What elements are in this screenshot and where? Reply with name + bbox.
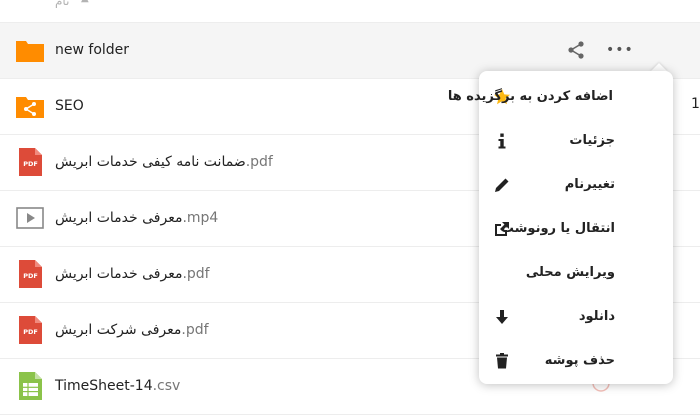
- pdf-file-icon: PDF: [19, 316, 42, 344]
- menu-item-move-copy[interactable]: انتقال یا رونوشت: [479, 207, 673, 251]
- folder-icon: [16, 41, 44, 62]
- menu-item-label: تغییرنام: [564, 177, 615, 192]
- share-icon[interactable]: [566, 40, 586, 60]
- video-file-icon: [16, 207, 44, 229]
- shared-folder-icon: [16, 97, 44, 118]
- file-name[interactable]: ضمانت نامه کیفی خدمات ابریش.pdf: [55, 135, 273, 190]
- file-name[interactable]: SEO: [55, 79, 84, 134]
- menu-item-details[interactable]: جزئیات: [479, 119, 673, 163]
- menu-item-add-favorite[interactable]: اضافه کردن به برگزیده ها: [448, 75, 673, 119]
- menu-item-rename[interactable]: تغییرنام: [479, 163, 673, 207]
- pdf-file-icon: PDF: [19, 260, 42, 288]
- file-name[interactable]: معرفی شرکت ابریش.pdf: [55, 303, 209, 358]
- sort-ascending-icon[interactable]: ▲: [81, 0, 89, 4]
- file-name[interactable]: TimeSheet-14.csv: [55, 359, 180, 414]
- menu-item-download[interactable]: دانلود: [479, 295, 673, 339]
- file-name[interactable]: new folder: [55, 23, 129, 78]
- menu-item-label: جزئیات: [569, 133, 615, 148]
- menu-item-label: انتقال یا رونوشت: [500, 221, 615, 236]
- menu-item-label: دانلود: [578, 309, 615, 324]
- file-context-menu: اضافه کردن به برگزیده ها جزئیات تغییرنام…: [448, 71, 673, 384]
- side-number: 1: [691, 96, 700, 112]
- menu-item-delete-folder[interactable]: حذف پوشه: [479, 339, 673, 383]
- file-list-header: نام ▲: [0, 0, 700, 23]
- svg-text:PDF: PDF: [23, 328, 38, 336]
- pdf-file-icon: PDF: [19, 148, 42, 176]
- svg-text:PDF: PDF: [23, 160, 38, 168]
- name-column-header[interactable]: نام: [55, 0, 69, 8]
- pencil-icon: [495, 178, 509, 192]
- download-icon: [496, 310, 508, 324]
- menu-item-edit-locally[interactable]: ویرایش محلی: [479, 251, 673, 295]
- file-name[interactable]: معرفی خدمات ابریش.mp4: [55, 191, 218, 246]
- menu-item-label: ویرایش محلی: [525, 265, 615, 280]
- file-name[interactable]: معرفی خدمات ابریش.pdf: [55, 247, 210, 302]
- menu-item-label: حذف پوشه: [544, 353, 615, 368]
- more-options-icon[interactable]: •••: [606, 40, 633, 60]
- spreadsheet-file-icon: [19, 372, 42, 400]
- svg-text:PDF: PDF: [23, 272, 38, 280]
- trash-icon: [496, 353, 508, 369]
- menu-item-label: اضافه کردن به برگزیده ها: [447, 89, 613, 104]
- info-icon: [498, 133, 506, 149]
